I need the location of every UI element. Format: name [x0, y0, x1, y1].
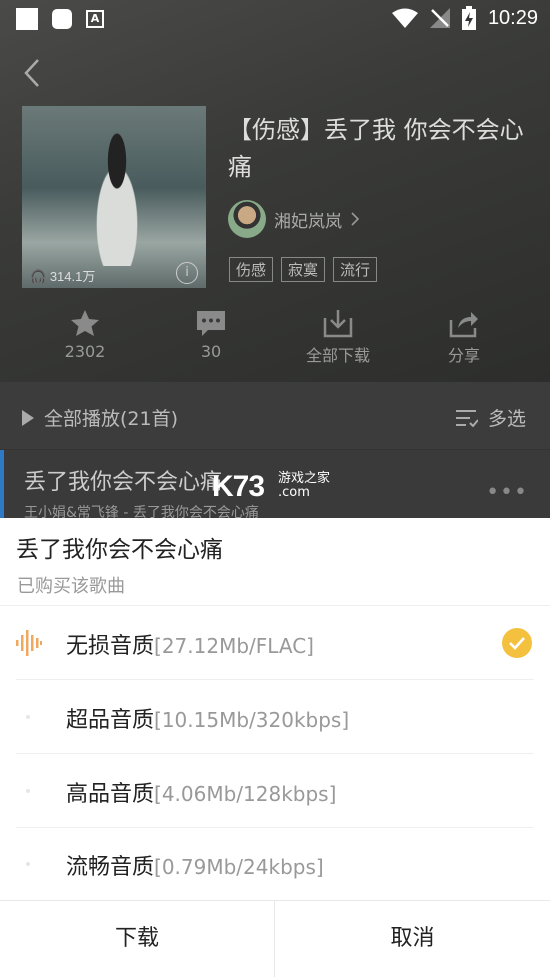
headphones-icon: 🎧: [30, 269, 47, 284]
info-icon[interactable]: i: [176, 262, 198, 284]
quality-option-lossless[interactable]: 无损音质[27.12Mb/FLAC]: [0, 606, 550, 680]
multi-select-button[interactable]: 多选: [455, 404, 526, 431]
tag[interactable]: 伤感: [229, 257, 274, 282]
no-signal-icon: [429, 8, 450, 28]
comment-button[interactable]: 30: [151, 308, 271, 361]
dot-icon: [26, 862, 30, 866]
favorite-button[interactable]: 2302: [25, 308, 145, 361]
comment-icon: [197, 311, 225, 336]
checkmark-icon: [502, 628, 532, 658]
audio-wave-icon: [16, 630, 42, 656]
watermark-logo: K73 游戏之家 .com: [212, 470, 331, 503]
quality-name: 超品音质: [66, 708, 155, 733]
comment-count: 30: [200, 342, 222, 361]
quality-detail: [0.79Mb/24kbps]: [154, 855, 324, 879]
quality-detail: [27.12Mb/FLAC]: [154, 634, 314, 658]
back-arrow-icon[interactable]: [20, 58, 44, 88]
cancel-button[interactable]: 取消: [275, 901, 550, 977]
author-link[interactable]: 湘妃岚岚: [228, 200, 360, 238]
avatar: [228, 200, 266, 238]
play-icon: [22, 409, 34, 426]
app-notification-icon: A: [86, 10, 104, 28]
favorite-count: 2302: [64, 342, 106, 361]
share-label: 分享: [447, 346, 480, 365]
author-name: 湘妃岚岚: [274, 211, 342, 232]
tag-list: 伤感 寂寞 流行: [229, 257, 378, 282]
download-all-label: 全部下载: [305, 346, 370, 365]
action-bar: 2302 30 全部下载 分享: [0, 308, 550, 374]
quality-detail: [10.15Mb/320kbps]: [154, 708, 350, 732]
dot-icon: [26, 715, 30, 719]
song-list-header: 全部播放(21首) 多选: [0, 382, 550, 450]
chevron-right-icon: [351, 212, 360, 226]
tag[interactable]: 流行: [333, 257, 378, 282]
play-all-label: 全部播放(21首): [44, 408, 179, 430]
wifi-icon: [391, 8, 418, 28]
quality-name: 流畅音质: [66, 855, 155, 880]
quality-option-smooth[interactable]: 流畅音质[0.79Mb/24kbps]: [0, 827, 550, 901]
share-button[interactable]: 分享: [404, 308, 524, 366]
cover-photo: [82, 126, 152, 266]
list-select-icon: [455, 409, 478, 427]
clock: 10:29: [487, 6, 538, 29]
dot-icon: [26, 789, 30, 793]
quality-detail: [4.06Mb/128kbps]: [154, 782, 337, 806]
download-icon: [323, 310, 353, 338]
quality-select-sheet: 丢了我你会不会心痛 已购买该歌曲 无损音质[27.12Mb/FLAC] 超品音质…: [0, 518, 550, 977]
download-all-button[interactable]: 全部下载: [278, 308, 398, 366]
quality-option-high[interactable]: 高品音质[4.06Mb/128kbps]: [0, 754, 550, 828]
quality-option-super[interactable]: 超品音质[10.15Mb/320kbps]: [0, 680, 550, 754]
multi-select-label: 多选: [487, 408, 526, 430]
sheet-title: 丢了我你会不会心痛: [16, 537, 223, 563]
quality-name: 高品音质: [66, 782, 155, 807]
quality-name: 无损音质: [66, 634, 155, 659]
notification-icon: [52, 9, 72, 29]
star-icon: [71, 310, 99, 336]
tag[interactable]: 寂寞: [281, 257, 326, 282]
purchase-status: 已购买该歌曲: [17, 576, 125, 597]
playlist-cover[interactable]: [22, 106, 206, 288]
share-icon: [449, 312, 478, 338]
download-button[interactable]: 下载: [0, 901, 275, 977]
status-bar: A 10:29: [0, 0, 550, 38]
play-count: 🎧 314.1万: [30, 269, 96, 284]
more-icon[interactable]: •••: [486, 480, 528, 505]
battery-charging-icon: [461, 6, 476, 30]
sheet-buttons: 下载 取消: [0, 900, 550, 977]
play-all-button[interactable]: 全部播放(21首): [22, 404, 178, 431]
notification-icon: [16, 8, 38, 30]
song-title: 丢了我你会不会心痛: [24, 470, 223, 495]
playlist-title: 【伤感】丢了我 你会不会心痛: [228, 116, 524, 181]
